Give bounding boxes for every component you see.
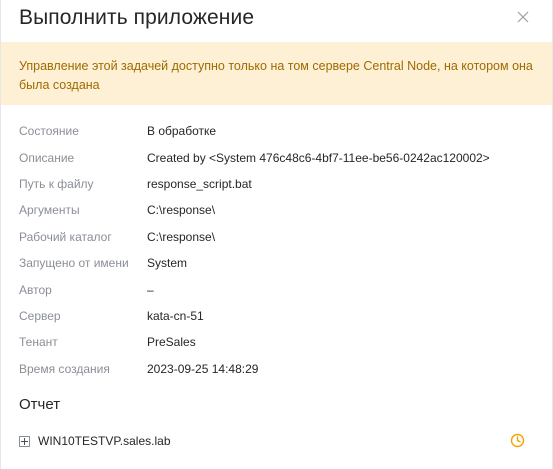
dialog-title: Выполнить приложение	[19, 6, 255, 29]
property-label: Время создания	[19, 361, 110, 376]
property-value: System	[147, 256, 188, 271]
property-label: Запущено от имени	[19, 256, 129, 271]
warning-banner: Управление этой задачей доступно только …	[1, 42, 552, 105]
property-label: Путь к файлу	[19, 176, 94, 191]
property-value: 2023-09-25 14:48:29	[147, 361, 259, 376]
property-label: Описание	[19, 150, 75, 165]
property-row-server: Сервер kata-cn-51	[19, 303, 539, 329]
run-application-dialog: Выполнить приложение Управление этой зад…	[0, 0, 553, 469]
property-label: Автор	[19, 282, 52, 297]
dialog-header: Выполнить приложение	[1, 0, 552, 42]
property-row-created-time: Время создания 2023-09-25 14:48:29	[19, 356, 539, 382]
warning-text: Управление этой задачей доступно только …	[19, 59, 533, 92]
close-icon	[517, 11, 529, 23]
report-item: WIN10TESTVP.sales.lab	[19, 431, 529, 451]
property-row-author: Автор –	[19, 276, 539, 302]
clock-icon	[510, 433, 525, 448]
property-value: C:\response\	[147, 203, 216, 218]
property-row-tenant: Тенант PreSales	[19, 329, 539, 355]
property-label: Сервер	[19, 308, 61, 323]
report-item-host: WIN10TESTVP.sales.lab	[38, 434, 171, 448]
close-button[interactable]	[516, 10, 530, 24]
task-properties: Состояние В обработке Описание Created b…	[19, 118, 539, 382]
property-label: Состояние	[19, 124, 79, 139]
property-label: Рабочий каталог	[19, 229, 112, 244]
property-row-description: Описание Created by <System 476c48c6-4bf…	[19, 144, 539, 170]
property-label: Аргументы	[19, 203, 80, 218]
property-value: kata-cn-51	[147, 308, 204, 323]
expand-icon[interactable]	[19, 435, 30, 447]
report-section-title: Отчет	[19, 396, 61, 413]
property-row-status: Состояние В обработке	[19, 118, 539, 144]
property-value: –	[147, 282, 154, 297]
property-label: Тенант	[19, 335, 58, 350]
property-value: В обработке	[147, 124, 217, 139]
property-row-run-as: Запущено от имени System	[19, 250, 539, 276]
property-value: C:\response\	[147, 229, 216, 244]
property-value: Created by <System 476c48c6-4bf7-11ee-be…	[147, 150, 490, 165]
property-value: response_script.bat	[147, 176, 252, 191]
property-value: PreSales	[147, 335, 196, 350]
property-row-file-path: Путь к файлу response_script.bat	[19, 171, 539, 197]
property-row-arguments: Аргументы C:\response\	[19, 197, 539, 223]
property-row-working-dir: Рабочий каталог C:\response\	[19, 224, 539, 250]
